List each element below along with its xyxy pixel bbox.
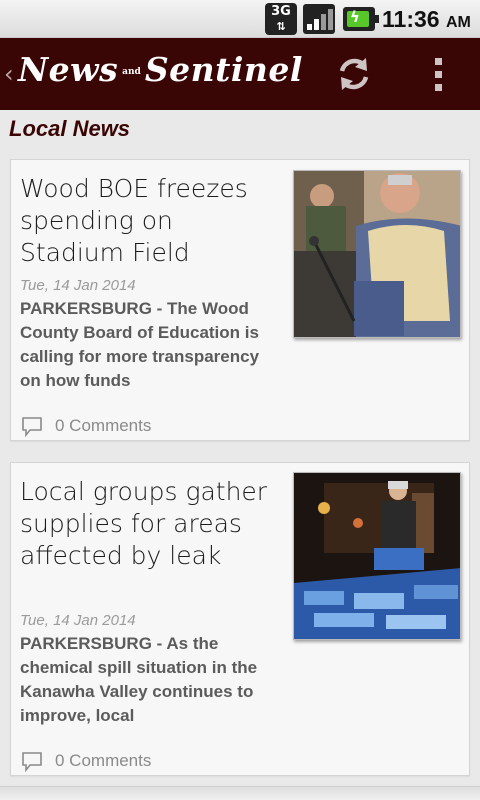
- article-title[interactable]: Local groups gather supplies for areas a…: [20, 476, 270, 572]
- back-chevron-icon[interactable]: ‹: [4, 60, 14, 88]
- article-date: Tue, 14 Jan 2014: [20, 277, 136, 294]
- action-bar: ‹ News and Sentinel: [0, 38, 480, 110]
- clock: 11:36 AM: [382, 6, 471, 33]
- clock-time: 11:36: [382, 6, 440, 32]
- logo-news: News: [18, 50, 119, 89]
- logo-sentinel: Sentinel: [144, 50, 303, 89]
- signal-bars-icon: [303, 4, 335, 34]
- section-title: Local News: [9, 116, 131, 141]
- app-logo[interactable]: News and Sentinel: [18, 50, 303, 89]
- comment-bubble-icon: [22, 417, 42, 437]
- article-title[interactable]: Wood BOE freezes spending on Stadium Fie…: [20, 173, 270, 269]
- article-thumbnail[interactable]: [293, 472, 461, 640]
- comments-link[interactable]: 0 Comments: [21, 749, 151, 773]
- refresh-icon[interactable]: [334, 54, 374, 94]
- clock-ampm: AM: [445, 14, 471, 31]
- overflow-menu-icon[interactable]: [424, 56, 454, 92]
- network-3g-icon: 3G ⇅: [265, 3, 297, 35]
- comment-bubble-icon: [22, 752, 42, 772]
- article-thumbnail[interactable]: [293, 170, 461, 338]
- comments-link[interactable]: 0 Comments: [21, 414, 151, 438]
- network-type-label: 3G: [271, 4, 291, 19]
- article-date: Tue, 14 Jan 2014: [20, 612, 136, 629]
- article-summary: PARKERSBURG - The Wood County Board of E…: [20, 299, 260, 390]
- article-card[interactable]: Wood BOE freezes spending on Stadium Fie…: [10, 159, 470, 441]
- logo-and: and: [122, 67, 141, 77]
- status-bar: 3G ⇅ ϟ 11:36 AM: [0, 0, 480, 38]
- article-card[interactable]: Local groups gather supplies for areas a…: [10, 462, 470, 776]
- battery-charging-icon: ϟ: [343, 7, 379, 31]
- comment-count: 0 Comments: [55, 751, 152, 770]
- comment-count: 0 Comments: [55, 416, 152, 435]
- list-bottom-edge: [0, 786, 480, 800]
- network-arrows-icon: ⇅: [276, 20, 286, 33]
- article-summary: PARKERSBURG - As the chemical spill situ…: [20, 634, 258, 725]
